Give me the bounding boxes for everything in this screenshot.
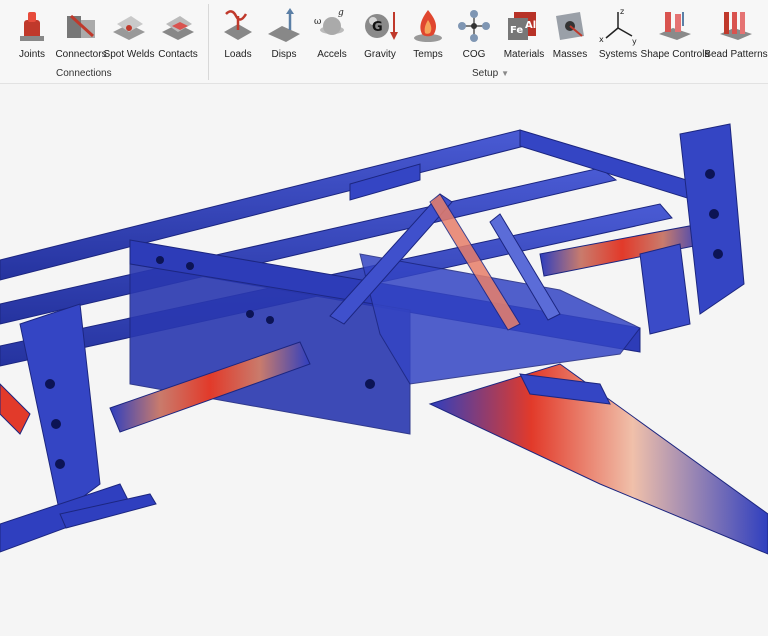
- shape-controls-icon: [659, 12, 691, 40]
- connections-group-label: Connections: [56, 68, 112, 79]
- materials-label: Materials: [503, 49, 545, 60]
- shape-controls-tool[interactable]: Shape Controls: [641, 0, 709, 64]
- systems-x-text: x: [599, 35, 604, 44]
- loads-icon: [224, 10, 252, 40]
- materials-tool[interactable]: Fe Al Materials: [500, 0, 548, 64]
- temps-icon: [414, 10, 442, 42]
- accels-omega-text: ω: [314, 17, 321, 27]
- group-separator: [208, 4, 209, 80]
- joints-icon: [20, 12, 44, 41]
- tow-tongue: [428, 363, 768, 555]
- setup-expand-icon[interactable]: ▼: [501, 69, 509, 78]
- spot-welds-icon: [113, 16, 145, 40]
- accels-tool[interactable]: ω g Accels: [310, 0, 354, 64]
- spot-welds-tool[interactable]: Spot Welds: [103, 0, 155, 64]
- cog-label: COG: [462, 49, 486, 60]
- temps-label: Temps: [413, 49, 443, 60]
- cog-tool[interactable]: COG: [456, 0, 492, 64]
- masses-tool[interactable]: Masses: [550, 0, 590, 64]
- gravity-icon: G: [365, 12, 398, 40]
- connectors-label: Connectors: [55, 49, 107, 60]
- masses-icon: [556, 12, 584, 40]
- bead-patterns-tool[interactable]: Bead Patterns: [704, 0, 768, 64]
- connectors-tool[interactable]: Connectors: [55, 0, 107, 64]
- setup-group-label[interactable]: Setup ▼: [472, 68, 509, 79]
- disps-label: Disps: [271, 49, 297, 60]
- disps-tool[interactable]: Disps: [266, 0, 302, 64]
- shape-controls-label: Shape Controls: [640, 49, 710, 60]
- systems-tool[interactable]: z x y Systems: [596, 0, 640, 64]
- systems-z-text: z: [620, 7, 624, 16]
- model-viewport[interactable]: [0, 84, 768, 636]
- accels-icon: ω g: [314, 8, 344, 35]
- gravity-g-text: G: [372, 20, 383, 35]
- gravity-label: Gravity: [364, 49, 396, 60]
- materials-fe-text: Fe: [510, 25, 523, 36]
- bead-patterns-label: Bead Patterns: [704, 49, 768, 60]
- spot-welds-label: Spot Welds: [103, 49, 155, 60]
- joints-tool[interactable]: Joints: [14, 0, 50, 64]
- contacts-icon: [162, 16, 194, 40]
- setup-group-text: Setup: [472, 68, 499, 79]
- accels-g-text: g: [338, 8, 344, 18]
- disps-icon: [268, 8, 300, 42]
- ribbon-toolbar: Joints Connectors Spot Welds Contacts Co…: [0, 0, 768, 84]
- loads-label: Loads: [224, 49, 252, 60]
- gravity-tool[interactable]: G Gravity: [360, 0, 400, 64]
- accels-label: Accels: [317, 49, 347, 60]
- fea-model-render: [0, 123, 768, 555]
- systems-label: Systems: [598, 49, 638, 60]
- cog-icon: [458, 10, 490, 42]
- temps-tool[interactable]: Temps: [410, 0, 446, 64]
- masses-label: Masses: [552, 49, 588, 60]
- bead-patterns-icon: [720, 12, 752, 40]
- contacts-tool[interactable]: Contacts: [158, 0, 198, 64]
- materials-al-text: Al: [525, 20, 536, 31]
- systems-y-text: y: [632, 37, 637, 46]
- joints-label: Joints: [18, 49, 46, 60]
- systems-icon: z x y: [599, 7, 637, 46]
- contacts-label: Contacts: [158, 49, 198, 60]
- loads-tool[interactable]: Loads: [216, 0, 260, 64]
- connectors-icon: [67, 14, 95, 38]
- materials-icon: Fe Al: [508, 12, 536, 40]
